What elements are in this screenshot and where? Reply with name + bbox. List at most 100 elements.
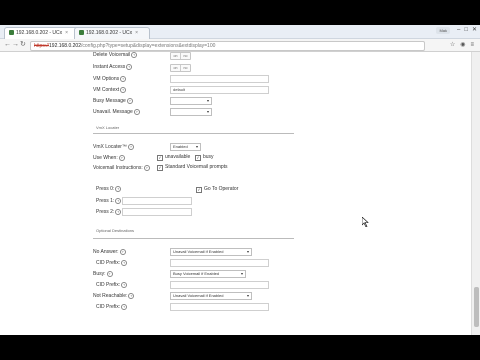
close-window-icon[interactable]: ✕ xyxy=(472,27,477,33)
help-icon[interactable]: ? xyxy=(121,260,128,266)
busy-label: Busy:? xyxy=(93,271,113,277)
vm-options-input[interactable] xyxy=(170,75,269,83)
section-divider xyxy=(93,133,294,134)
voicemail-instructions-option[interactable]: ✓ Standard Voicemail prompts xyxy=(157,164,228,171)
close-tab-icon[interactable]: × xyxy=(135,30,138,36)
toggle-off[interactable]: no xyxy=(181,53,190,59)
chevron-down-icon: ▾ xyxy=(206,98,209,103)
help-icon[interactable]: ? xyxy=(119,249,126,255)
busy-select[interactable]: Busy Voicemail if Enabled ▾ xyxy=(170,270,246,278)
help-icon[interactable]: ? xyxy=(115,186,122,192)
delete-voicemail-label: Delete Voicemail? xyxy=(93,52,138,58)
help-icon[interactable]: ? xyxy=(128,293,135,299)
toggle-off[interactable]: no xyxy=(181,65,190,71)
optional-destinations-heading: Optional Destinations xyxy=(96,228,135,233)
section-divider xyxy=(93,238,294,239)
use-when-busy[interactable]: ✓ busy xyxy=(195,154,214,161)
cid-prefix-input[interactable] xyxy=(170,303,269,311)
delete-voicemail-toggle[interactable]: on no xyxy=(170,52,191,60)
help-icon[interactable]: ? xyxy=(131,52,138,58)
vmx-locater-label: VmX Locater™? xyxy=(93,144,134,150)
help-icon[interactable]: ? xyxy=(143,165,150,171)
checkbox-unavailable[interactable]: ✓ xyxy=(157,155,163,161)
chevron-down-icon: ▾ xyxy=(246,249,249,254)
toolbar-icons: ☆ ◉ ≡ xyxy=(445,41,474,48)
help-icon[interactable]: ? xyxy=(133,109,140,115)
maximize-icon[interactable]: □ xyxy=(464,27,468,33)
url-path: /config.php?type=setup&display=extension… xyxy=(81,43,216,49)
scrollbar-thumb[interactable] xyxy=(474,287,479,327)
chevron-down-icon: ▾ xyxy=(195,144,198,149)
voicemail-instructions-label: Voicemail Instructions:? xyxy=(93,165,150,171)
url-host: 192.168.0.202 xyxy=(49,43,81,49)
favicon-icon xyxy=(9,30,14,35)
reload-icon[interactable]: ↻ xyxy=(20,41,26,49)
forward-icon[interactable]: → xyxy=(12,41,19,49)
browser-tab-2[interactable]: 192.168.0.202 - UCx × xyxy=(74,27,150,39)
menu-icon[interactable]: ≡ xyxy=(470,42,474,48)
back-icon[interactable]: ← xyxy=(4,41,11,49)
vm-options-label: VM Options? xyxy=(93,76,127,82)
cid-prefix-label: CID Prefix:? xyxy=(96,282,128,288)
cid-prefix-input[interactable] xyxy=(170,259,269,267)
not-reachable-label: Not Reachable:? xyxy=(93,293,135,299)
press1-input[interactable] xyxy=(122,197,192,205)
vertical-scrollbar[interactable] xyxy=(471,52,480,335)
cid-prefix-label: CID Prefix:? xyxy=(96,304,128,310)
window-controls: – □ ✕ xyxy=(453,26,477,33)
unavail-message-select[interactable]: ▾ xyxy=(170,108,212,116)
no-answer-label: No Answer:? xyxy=(93,249,126,255)
busy-message-label: Busy Message? xyxy=(93,98,133,104)
url-input[interactable]: https://192.168.0.202/config.php?type=se… xyxy=(30,41,425,51)
vm-context-input[interactable]: default xyxy=(170,86,269,94)
press0-label: Press 0:? xyxy=(96,186,122,192)
use-when-label: Use When:? xyxy=(93,155,125,161)
tab-bar: 192.168.0.202 - UCx × 192.168.0.202 - UCx… xyxy=(0,25,480,39)
no-answer-select[interactable]: Unavail Voicemail if Enabled ▾ xyxy=(170,248,252,256)
use-when-unavailable[interactable]: ✓ unavailable xyxy=(157,154,190,161)
help-icon[interactable]: ? xyxy=(121,304,128,310)
help-icon[interactable]: ? xyxy=(106,271,113,277)
press2-input[interactable] xyxy=(122,208,192,216)
cid-prefix-input[interactable] xyxy=(170,281,269,289)
chevron-down-icon: ▾ xyxy=(246,293,249,298)
not-reachable-select[interactable]: Unavail Voicemail if Enabled ▾ xyxy=(170,292,252,300)
tab-title: 192.168.0.202 - UCx xyxy=(16,30,63,36)
help-icon[interactable]: ? xyxy=(121,282,128,288)
checkbox-busy[interactable]: ✓ xyxy=(195,155,201,161)
tab-title: 192.168.0.202 - UCx xyxy=(86,30,133,36)
vmx-locater-select[interactable]: Enabled ▾ xyxy=(170,143,201,151)
favicon-icon xyxy=(79,30,84,35)
minimize-icon[interactable]: – xyxy=(457,27,460,33)
help-icon[interactable]: ? xyxy=(115,198,122,204)
toggle-on[interactable]: on xyxy=(171,65,181,71)
go-to-operator-option[interactable]: ✓ Go To Operator xyxy=(196,186,238,193)
help-icon[interactable]: ? xyxy=(118,155,125,161)
chevron-down-icon: ▾ xyxy=(240,271,243,276)
address-bar: ← → ↻ https://192.168.0.202/config.php?t… xyxy=(0,39,480,52)
checkbox-go-to-operator[interactable]: ✓ xyxy=(196,187,202,193)
star-icon[interactable]: ☆ xyxy=(450,42,455,48)
close-tab-icon[interactable]: × xyxy=(65,30,68,36)
busy-message-select[interactable]: ▾ xyxy=(170,97,212,105)
help-icon[interactable]: ? xyxy=(126,64,133,70)
help-icon[interactable]: ? xyxy=(120,76,127,82)
url-scheme: https:// xyxy=(34,43,50,49)
mouse-cursor-icon xyxy=(362,217,369,227)
browser-tab-1[interactable]: 192.168.0.202 - UCx × xyxy=(4,27,80,39)
toggle-on[interactable]: on xyxy=(171,53,181,59)
profile-chip[interactable]: Mak xyxy=(436,27,450,34)
instant-access-label: Instant Access? xyxy=(93,64,133,70)
instant-access-toggle[interactable]: on no xyxy=(170,64,191,72)
help-icon[interactable]: ? xyxy=(115,209,122,215)
extension-icon[interactable]: ◉ xyxy=(460,42,465,48)
help-icon[interactable]: ? xyxy=(126,98,133,104)
browser-window: 192.168.0.202 - UCx × 192.168.0.202 - UCx… xyxy=(0,25,480,335)
press1-label: Press 1:? xyxy=(96,198,122,204)
help-icon[interactable]: ? xyxy=(120,87,127,93)
unavail-message-label: Unavail. Message? xyxy=(93,109,140,115)
help-icon[interactable]: ? xyxy=(127,144,134,150)
cid-prefix-label: CID Prefix:? xyxy=(96,260,128,266)
page-content: Delete Voicemail? on no Instant Access? o… xyxy=(0,52,471,335)
checkbox-standard-prompts[interactable]: ✓ xyxy=(157,165,163,171)
